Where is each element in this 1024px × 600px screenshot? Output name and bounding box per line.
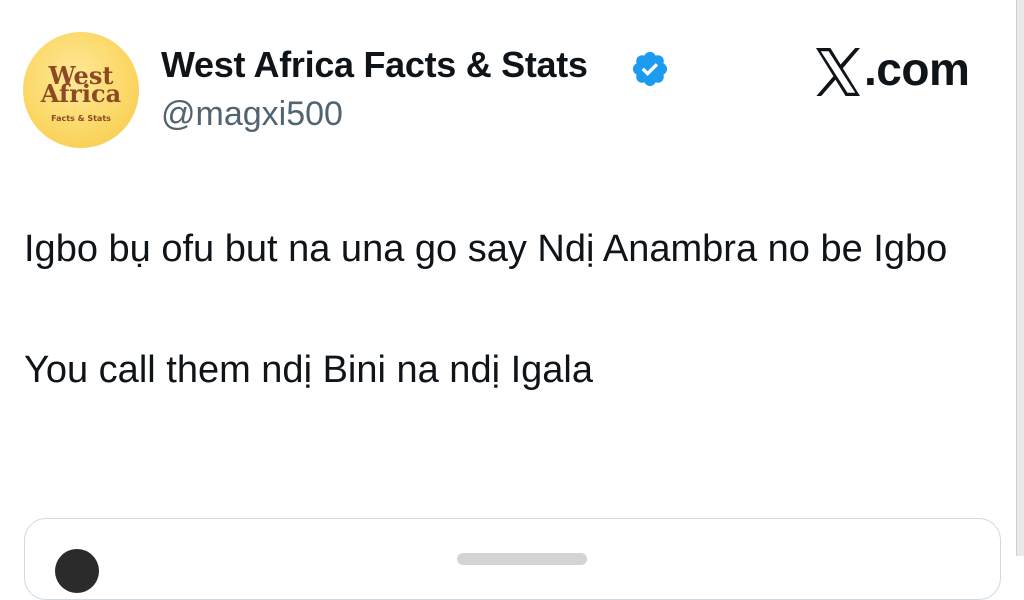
verified-badge-icon xyxy=(632,51,668,87)
tweet-text-line: You call them ndị Bini na ndị Igala xyxy=(24,349,593,391)
tweet-text: Igbo bụ ofu but na una go say Ndị Anambr… xyxy=(24,222,1009,398)
avatar[interactable]: West Africa Facts & Stats xyxy=(23,32,139,148)
display-name[interactable]: West Africa Facts & Stats xyxy=(161,44,588,86)
tweet-screenshot: West Africa Facts & Stats West Africa Fa… xyxy=(0,0,1024,600)
x-brand-watermark: .com xyxy=(814,40,970,98)
tweet-text-line: Igbo bụ ofu but na una go say Ndị Anambr… xyxy=(24,228,948,270)
avatar-tagline: Facts & Stats xyxy=(51,114,111,123)
avatar-line2: Africa xyxy=(40,79,121,108)
avatar-logo: West Africa Facts & Stats xyxy=(40,61,121,123)
quoted-tweet-card[interactable] xyxy=(24,518,1001,600)
screen-edge xyxy=(1016,0,1024,556)
quoted-header xyxy=(457,553,587,565)
handle[interactable]: @magxi500 xyxy=(161,95,343,134)
x-logo-icon xyxy=(816,48,860,96)
brand-domain: .com xyxy=(864,43,970,95)
